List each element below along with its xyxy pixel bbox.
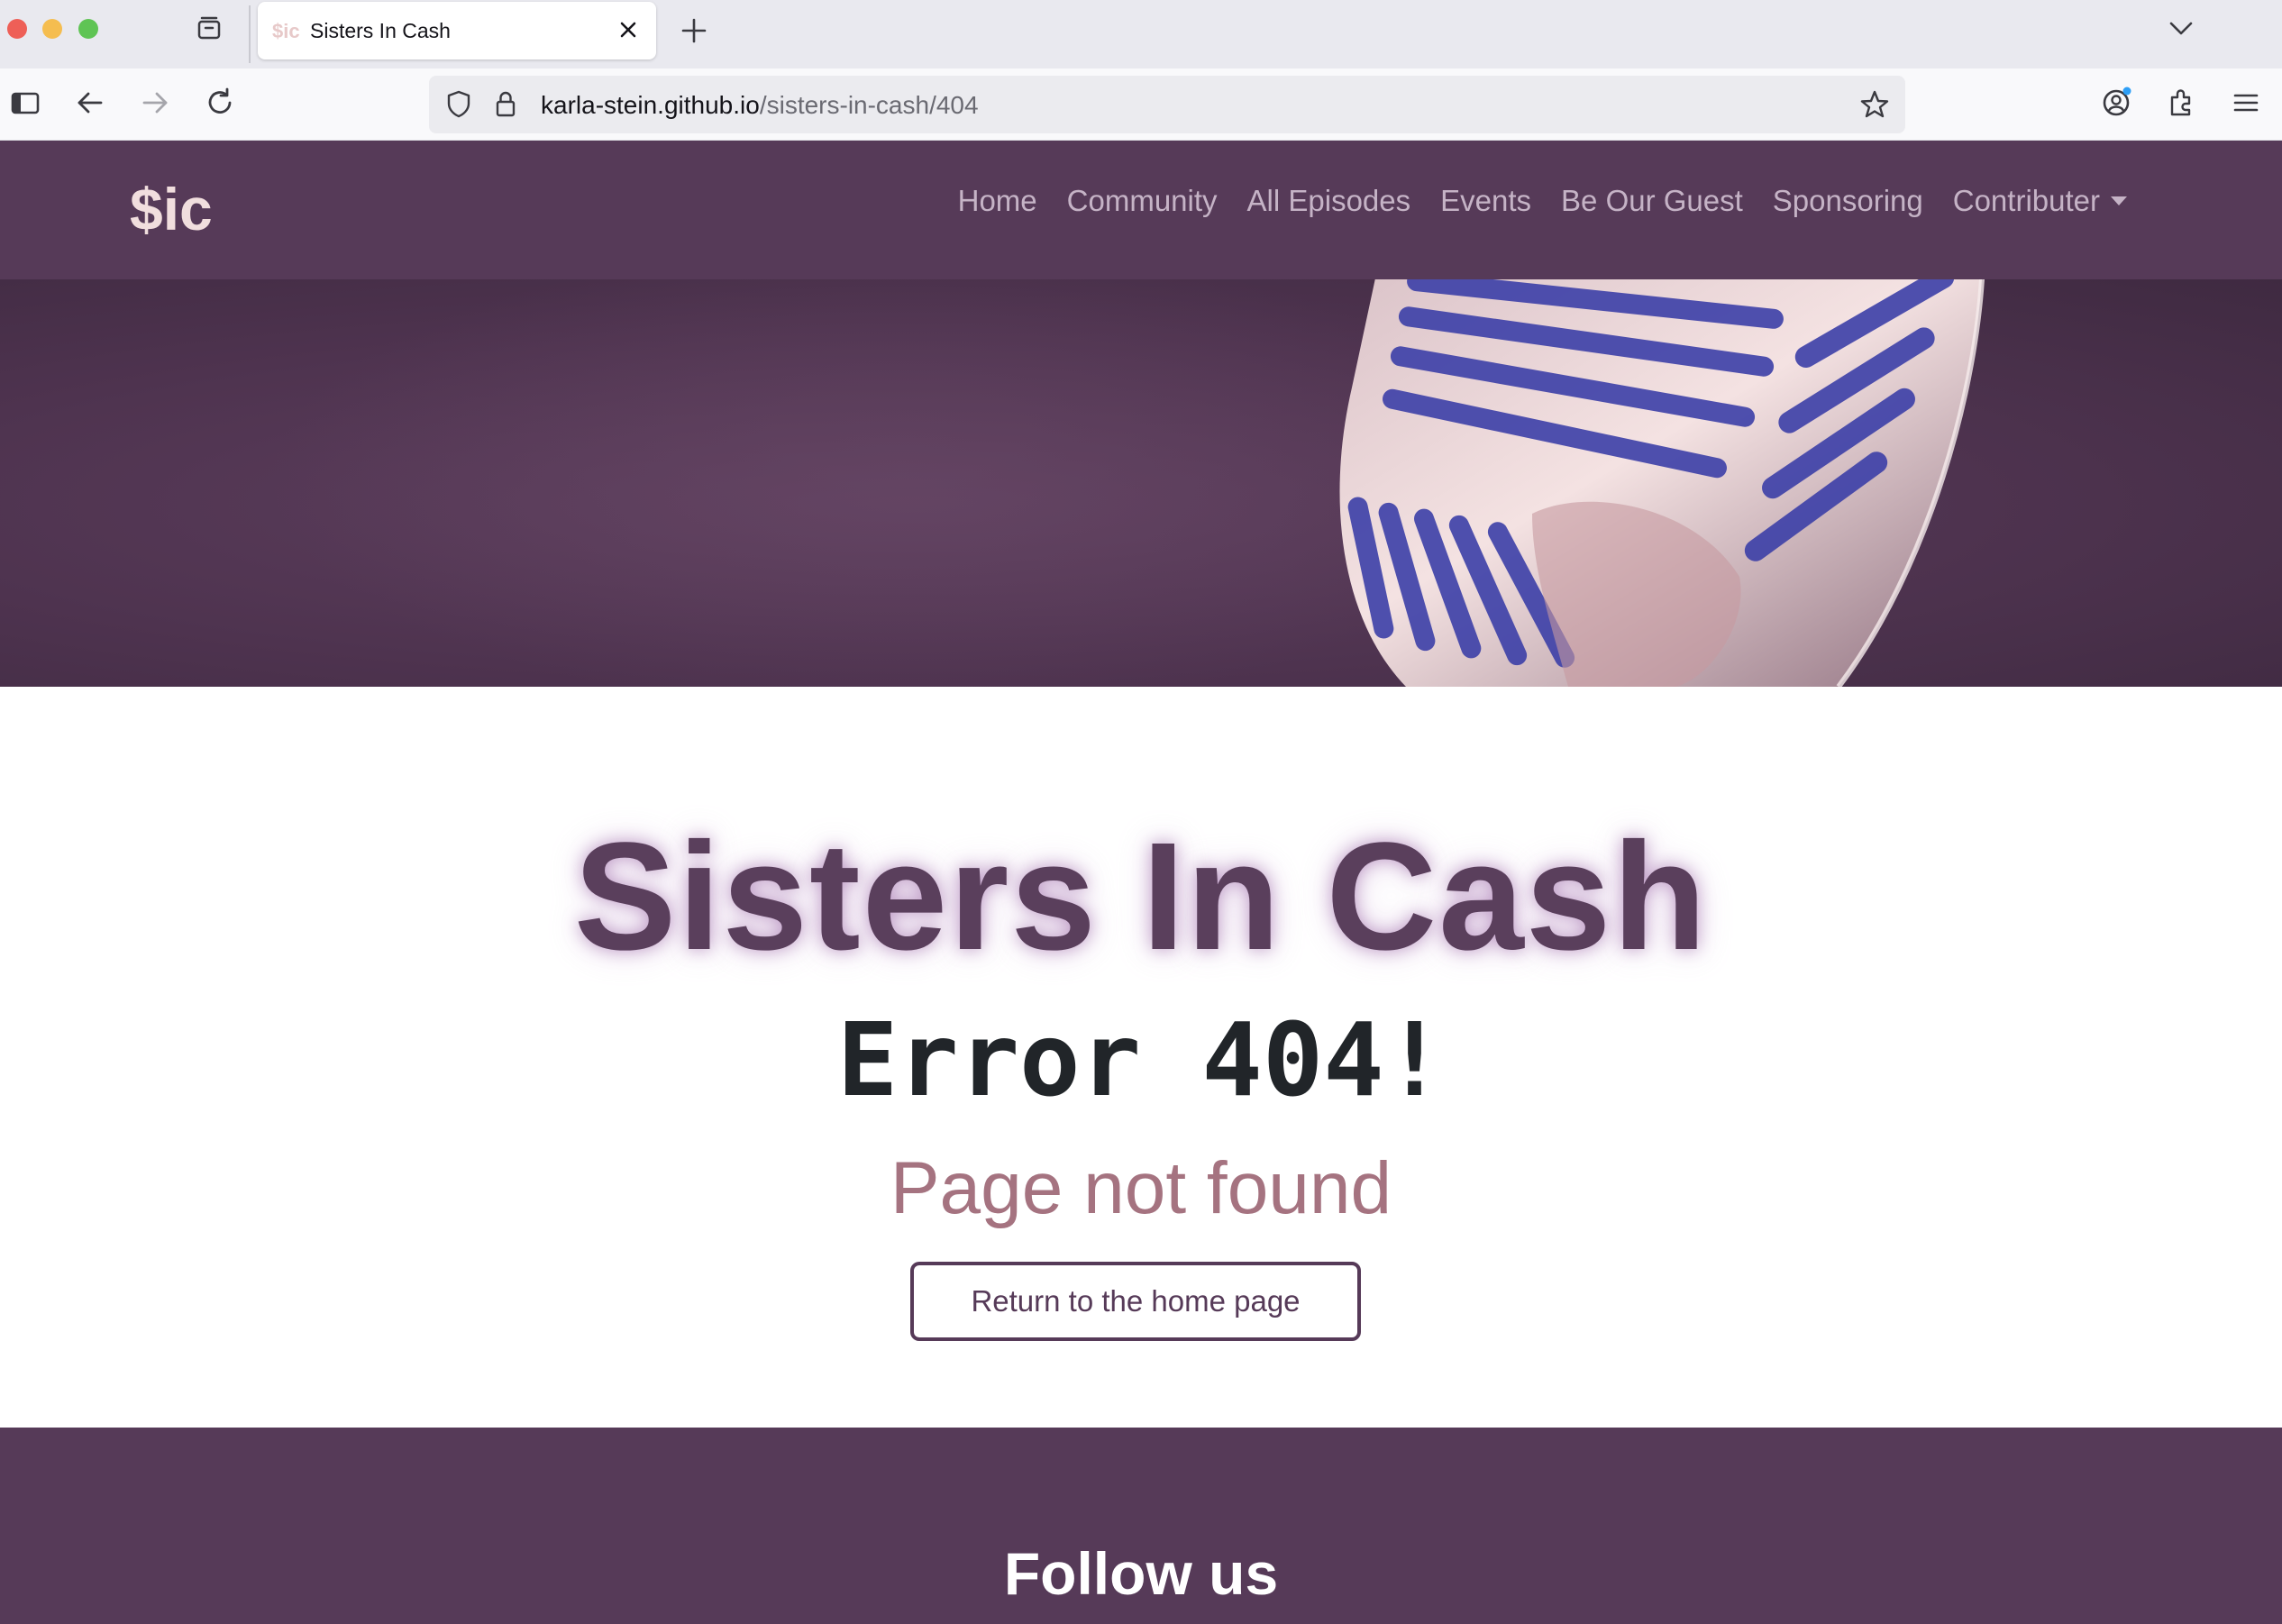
account-icon[interactable]	[2096, 83, 2136, 123]
new-tab-plus-icon[interactable]	[678, 14, 710, 47]
nav-link-sponsoring[interactable]: Sponsoring	[1773, 184, 1923, 218]
window-minimize-button[interactable]	[42, 19, 62, 39]
nav-link-home[interactable]: Home	[958, 184, 1037, 218]
page-not-found-text: Page not found	[890, 1147, 1392, 1229]
close-icon[interactable]	[615, 16, 642, 43]
forward-arrow-icon[interactable]	[135, 83, 175, 123]
bookmark-star-icon[interactable]	[1858, 88, 1891, 121]
follow-us-heading: Follow us	[1003, 1540, 1279, 1607]
dropdown-caret-icon	[2111, 196, 2127, 205]
tab-organizer-icon[interactable]	[195, 14, 224, 43]
main-content: Sisters In Cash Error 404! Page not foun…	[0, 687, 2282, 1428]
browser-tab-active[interactable]: $ic Sisters In Cash	[258, 2, 656, 59]
lock-icon[interactable]	[490, 88, 521, 119]
nav-link-community[interactable]: Community	[1067, 184, 1218, 218]
extensions-puzzle-icon[interactable]	[2161, 83, 2201, 123]
url-text[interactable]: karla-stein.github.io/sisters-in-cash/40…	[541, 91, 979, 120]
footer: Follow us	[0, 1428, 2282, 1624]
return-home-button[interactable]: Return to the home page	[910, 1262, 1361, 1341]
nav-link-events[interactable]: Events	[1440, 184, 1531, 218]
reload-icon[interactable]	[200, 83, 240, 123]
nav-dropdown-label: Contributer	[1952, 184, 2100, 217]
site-navbar: $ic Home Community All Episodes Events B…	[0, 141, 2282, 279]
window-close-button[interactable]	[7, 19, 27, 39]
menu-hamburger-icon[interactable]	[2226, 83, 2266, 123]
tab-favicon: $ic	[272, 20, 300, 42]
site-title-heading: Sisters In Cash	[573, 811, 1709, 982]
sidebar-icon[interactable]	[5, 83, 45, 123]
url-path: /sisters-in-cash/404	[759, 91, 979, 119]
nav-link-be-our-guest[interactable]: Be Our Guest	[1561, 184, 1743, 218]
brand-logo-link[interactable]: $ic	[130, 175, 213, 243]
shield-icon[interactable]	[443, 88, 474, 119]
address-bar[interactable]: karla-stein.github.io/sisters-in-cash/40…	[429, 76, 1905, 133]
error-heading: Error 404!	[836, 1002, 1446, 1119]
window-zoom-button[interactable]	[78, 19, 98, 39]
browser-toolbar: karla-stein.github.io/sisters-in-cash/40…	[0, 68, 2282, 141]
browser-tabstrip: $ic Sisters In Cash	[0, 0, 2282, 68]
hero-banner	[0, 279, 2282, 687]
nav-link-all-episodes[interactable]: All Episodes	[1247, 184, 1411, 218]
tab-title: Sisters In Cash	[310, 19, 451, 42]
microphone-image	[270, 279, 1985, 687]
nav-dropdown-contributer[interactable]: Contributer	[1953, 184, 2127, 218]
url-host: karla-stein.github.io	[541, 91, 760, 119]
nav-links: Home Community All Episodes Events Be Ou…	[958, 184, 2127, 218]
tab-separator	[249, 5, 251, 63]
chevron-down-icon[interactable]	[2165, 13, 2197, 45]
back-arrow-icon[interactable]	[70, 83, 110, 123]
